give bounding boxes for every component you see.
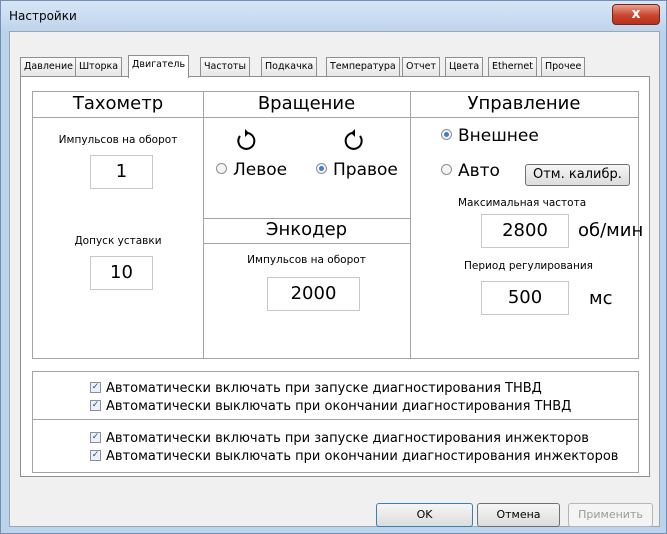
window-title: Настройки: [9, 9, 77, 23]
divider: [33, 419, 638, 420]
tab-engine[interactable]: Двигатель: [128, 55, 190, 78]
close-button[interactable]: x: [612, 4, 660, 25]
rotation-left-label: Левое: [233, 160, 288, 180]
checkbox-tick-icon: ✓: [90, 432, 101, 443]
control-title: Управление: [467, 93, 581, 114]
rotate-ccw-icon: [237, 129, 256, 150]
divider: [203, 243, 410, 244]
tachometer-title: Тахометр: [72, 93, 164, 114]
max-frequency-unit: об/мин: [578, 220, 644, 241]
control-auto-radio[interactable]: Авто: [441, 161, 500, 181]
tab-pumping[interactable]: Подкачка: [261, 57, 318, 76]
rotation-title: Вращение: [257, 93, 356, 114]
radio-indicator: [316, 162, 327, 174]
period-unit: мс: [589, 288, 613, 309]
radio-indicator: [216, 162, 227, 174]
control-external-radio[interactable]: Внешнее: [441, 126, 539, 146]
auto-on-injectors-label: Автоматически включать при запуске диагн…: [106, 431, 589, 446]
divider: [410, 92, 411, 358]
encoder-pulses-field[interactable]: 2000: [267, 277, 360, 311]
auto-on-tnvd-checkbox[interactable]: ✓ Автоматически включать при запуске диаг…: [90, 381, 542, 396]
settings-window: Настройки x Давление Шторка Двигатель Ча…: [0, 0, 667, 534]
tab-curtain[interactable]: Шторка: [75, 57, 123, 76]
radio-indicator: [441, 128, 452, 140]
engine-settings-grid: Тахометр Импульсов на оборот 1 Допуск ус…: [32, 91, 643, 359]
tachometer-pulses-field[interactable]: 1: [90, 155, 153, 189]
auto-off-injectors-checkbox[interactable]: ✓ Автоматически выключать при окончании д…: [90, 449, 618, 464]
tab-colors[interactable]: Цвета: [445, 57, 484, 76]
rotation-right-label: Правое: [333, 160, 398, 180]
checkbox-tick-icon: ✓: [90, 400, 101, 411]
cancel-button[interactable]: Отмена: [477, 503, 560, 527]
auto-on-injectors-checkbox[interactable]: ✓ Автоматически включать при запуске диаг…: [90, 431, 589, 446]
rotation-right-radio[interactable]: Правое: [316, 160, 398, 180]
divider: [33, 117, 638, 118]
period-field[interactable]: 500: [481, 281, 569, 315]
tab-ethernet[interactable]: Ethernet: [488, 57, 537, 76]
tolerance-field[interactable]: 10: [90, 256, 153, 290]
tachometer-pulses-label: Импульсов на оборот: [58, 134, 178, 146]
apply-button[interactable]: Применить: [568, 503, 653, 527]
max-frequency-field[interactable]: 2800: [481, 214, 569, 248]
auto-off-tnvd-checkbox[interactable]: ✓ Автоматически выключать при окончании д…: [90, 399, 571, 414]
encoder-title: Энкодер: [265, 219, 348, 240]
checkbox-tick-icon: ✓: [90, 450, 101, 461]
dialog-client: Давление Шторка Двигатель Частоты Подкач…: [9, 31, 660, 527]
encoder-pulses-label: Импульсов на оборот: [247, 254, 366, 266]
control-auto-label: Авто: [458, 161, 500, 181]
ok-button[interactable]: OK: [376, 503, 473, 527]
auto-on-tnvd-label: Автоматически включать при запуске диагн…: [106, 381, 542, 396]
radio-indicator: [441, 163, 452, 175]
checkbox-tick-icon: ✓: [90, 382, 101, 393]
cancel-calibration-button[interactable]: Отм. калибр.: [525, 164, 630, 186]
tolerance-label: Допуск уставки: [74, 235, 162, 247]
auto-off-tnvd-label: Автоматически выключать при окончании ди…: [106, 399, 572, 414]
title-bar[interactable]: Настройки x: [1, 1, 666, 31]
rotation-left-radio[interactable]: Левое: [216, 160, 287, 180]
rotate-cw-icon: [344, 129, 363, 150]
tab-frequencies[interactable]: Частоты: [200, 57, 250, 76]
period-label: Период регулирования: [464, 260, 593, 272]
control-external-label: Внешнее: [458, 126, 539, 146]
tab-report[interactable]: Отчет: [402, 57, 441, 76]
max-frequency-label: Максимальная частота: [458, 197, 587, 209]
tab-pressure[interactable]: Давление: [20, 57, 77, 76]
tab-misc[interactable]: Прочее: [541, 57, 586, 76]
tab-temperature[interactable]: Температура: [326, 57, 400, 76]
auto-options-group: ✓ Автоматически включать при запуске диаг…: [32, 371, 639, 473]
auto-off-injectors-label: Автоматически выключать при окончании ди…: [106, 449, 619, 464]
